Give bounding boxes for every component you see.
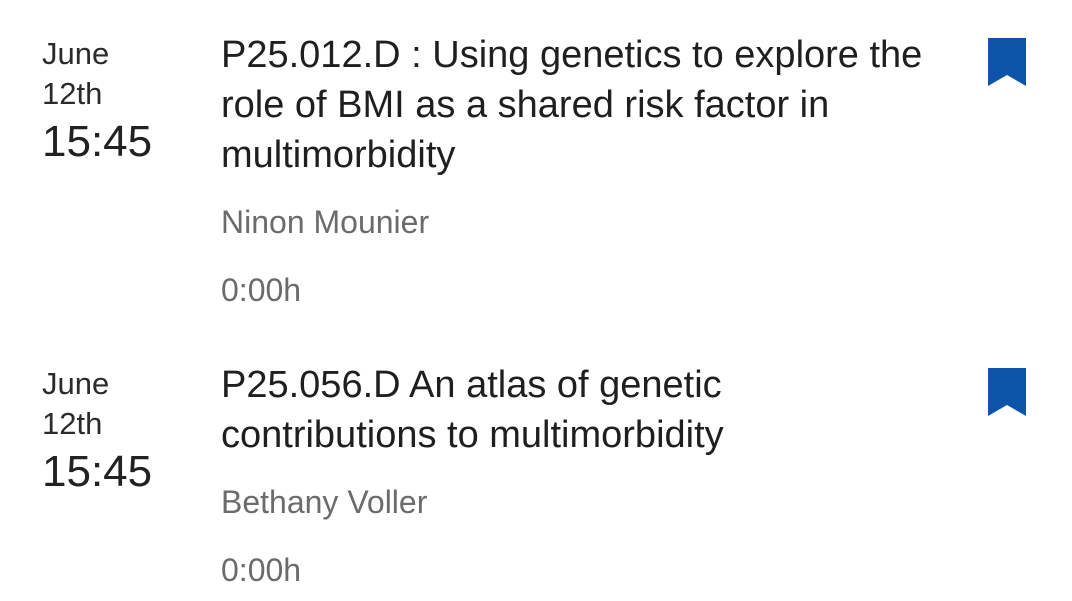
session-datetime: June 12th 15:45 <box>42 34 192 170</box>
session-details: P25.056.D An atlas of genetic contributi… <box>221 360 941 590</box>
session-time: 15:45 <box>42 117 153 166</box>
session-details: P25.012.D : Using genetics to explore th… <box>221 30 941 310</box>
session-month: June <box>42 366 110 401</box>
bookmark-icon[interactable] <box>988 38 1026 86</box>
session-title[interactable]: P25.012.D : Using genetics to explore th… <box>221 30 941 180</box>
bookmark-icon[interactable] <box>988 368 1026 416</box>
session-speaker: Bethany Voller <box>221 484 428 520</box>
session-speaker: Ninon Mounier <box>221 204 430 240</box>
session-title[interactable]: P25.056.D An atlas of genetic contributi… <box>221 360 941 460</box>
session-day: 12th <box>42 406 103 441</box>
session-month: June <box>42 36 110 71</box>
session-duration: 0:00h <box>221 272 302 308</box>
session-duration: 0:00h <box>221 552 302 588</box>
session-datetime: June 12th 15:45 <box>42 364 192 500</box>
session-item[interactable]: June 12th 15:45 P25.012.D : Using geneti… <box>0 0 1072 330</box>
session-time: 15:45 <box>42 447 153 496</box>
session-item[interactable]: June 12th 15:45 P25.056.D An atlas of ge… <box>0 330 1072 601</box>
session-day: 12th <box>42 76 103 111</box>
